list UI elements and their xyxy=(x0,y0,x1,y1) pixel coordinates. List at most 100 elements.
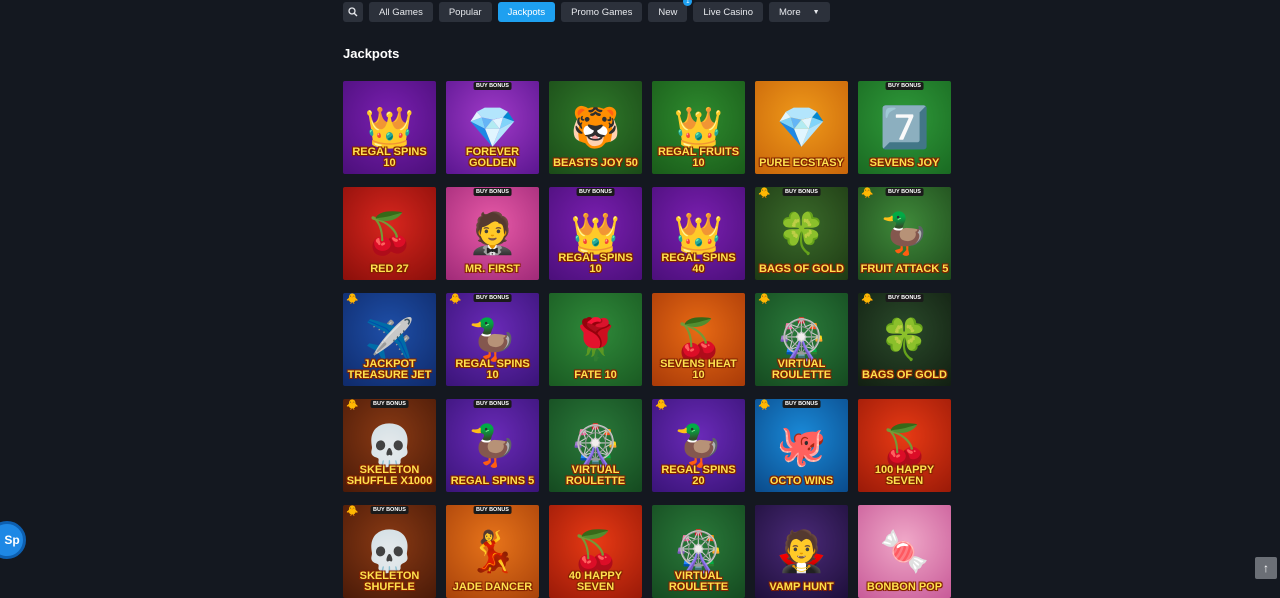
game-title: Sevens Joy xyxy=(869,157,940,169)
game-tile[interactable]: 🤵 BUY BONUS Mr. First xyxy=(446,187,539,280)
game-tile[interactable]: 🧛 Vamp Hunt xyxy=(755,505,848,598)
game-tile[interactable]: 🦆 🐥 Regal Spins 20 xyxy=(652,399,745,492)
game-title: Virtual Roulette xyxy=(565,464,626,487)
game-title: Fate 10 xyxy=(574,369,617,381)
buy-bonus-badge: BUY BONUS xyxy=(370,506,409,514)
game-tile[interactable]: 🍒 Sevens Heat 10 xyxy=(652,293,745,386)
buy-bonus-badge: BUY BONUS xyxy=(782,400,821,408)
tab-new[interactable]: New 1 xyxy=(648,0,693,22)
game-tile[interactable]: 🦆 BUY BONUS Regal Spins 5 xyxy=(446,399,539,492)
tab-popular[interactable]: Popular xyxy=(438,2,492,22)
game-tile[interactable]: 👑 Regal Spins 10 xyxy=(343,81,436,174)
tab-label: All Games xyxy=(379,6,423,18)
search-button[interactable] xyxy=(343,2,363,22)
buy-bonus-badge: BUY BONUS xyxy=(576,188,615,196)
tab-live-casino[interactable]: Live Casino xyxy=(693,2,763,22)
tab-jackpots[interactable]: Jackpots xyxy=(497,2,556,22)
game-title: Sevens Heat 10 xyxy=(660,358,737,381)
caret-down-icon: ▼ xyxy=(812,8,820,16)
buy-bonus-badge: BUY BONUS xyxy=(885,188,924,196)
game-tile[interactable]: 7️⃣ BUY BONUS Sevens Joy xyxy=(858,81,951,174)
game-tile[interactable]: ✈️ 🐥 Jackpot Treasure Jet xyxy=(343,293,436,386)
game-title: Forever Golden xyxy=(465,146,520,169)
game-tile[interactable]: 💎 BUY BONUS Forever Golden xyxy=(446,81,539,174)
game-title: Virtual Roulette xyxy=(771,358,832,381)
provider-duck-icon: 🐥 xyxy=(758,294,771,305)
buy-bonus-badge: BUY BONUS xyxy=(473,294,512,302)
provider-duck-icon: 🐥 xyxy=(758,400,771,411)
game-tile[interactable]: 🎡 Virtual Roulette xyxy=(652,505,745,598)
provider-duck-icon: 🐥 xyxy=(449,294,462,305)
game-title: Regal Spins 40 xyxy=(661,252,736,275)
game-title: Vamp Hunt xyxy=(769,581,834,593)
game-title: Octo Wins xyxy=(769,475,834,487)
arrow-up-icon: ↑ xyxy=(1263,561,1269,575)
game-title: 100 Happy Seven xyxy=(874,464,935,487)
game-title: Bags of Gold xyxy=(759,263,844,275)
provider-duck-icon: 🐥 xyxy=(655,400,668,411)
game-title: Jackpot Treasure Jet xyxy=(347,358,432,381)
buy-bonus-badge: BUY BONUS xyxy=(473,188,512,196)
tab-label: Promo Games xyxy=(571,6,633,18)
game-title: Skeleton Shuffle x1000 xyxy=(346,464,433,487)
game-title: Beasts Joy 50 xyxy=(553,157,638,169)
tab-label: New xyxy=(658,6,678,18)
sportpesa-chat-button[interactable]: Sp xyxy=(0,521,26,559)
game-tile[interactable]: 👑 BUY BONUS Regal Spins 10 xyxy=(549,187,642,280)
game-title: Fruit Attack 5 xyxy=(860,263,949,275)
game-tile[interactable]: 💃 BUY BONUS Jade Dancer xyxy=(446,505,539,598)
game-title: Mr. First xyxy=(465,263,520,275)
game-tile[interactable]: 🍒 40 Happy Seven xyxy=(549,505,642,598)
game-tile[interactable]: 🍬 Bonbon Pop xyxy=(858,505,951,598)
game-tile[interactable]: 🍒 Red 27 xyxy=(343,187,436,280)
game-title: Pure Ecstasy xyxy=(759,157,844,169)
provider-duck-icon: 🐥 xyxy=(861,188,874,199)
buy-bonus-badge: BUY BONUS xyxy=(473,82,512,90)
game-tile[interactable]: 🐙 🐥 BUY BONUS Octo Wins xyxy=(755,399,848,492)
game-tile[interactable]: 🐯 Beasts Joy 50 xyxy=(549,81,642,174)
tab-promo-games[interactable]: Promo Games xyxy=(561,2,643,22)
game-tile[interactable]: 🎡 🐥 Virtual Roulette xyxy=(755,293,848,386)
provider-duck-icon: 🐥 xyxy=(861,294,874,305)
game-tile[interactable]: 💎 Pure Ecstasy xyxy=(755,81,848,174)
game-tile[interactable]: 🦆 🐥 BUY BONUS Fruit Attack 5 xyxy=(858,187,951,280)
game-tile[interactable]: 💀 🐥 BUY BONUS Skeleton Shuffle xyxy=(343,505,436,598)
game-tile[interactable]: 🦆 🐥 BUY BONUS Regal Spins 10 xyxy=(446,293,539,386)
buy-bonus-badge: BUY BONUS xyxy=(370,400,409,408)
game-title: Bonbon Pop xyxy=(866,581,943,593)
game-tile[interactable]: 🍀 🐥 BUY BONUS Bags of Gold xyxy=(755,187,848,280)
game-tile[interactable]: 🌹 Fate 10 xyxy=(549,293,642,386)
game-tile[interactable]: 🍒 100 Happy Seven xyxy=(858,399,951,492)
game-tile[interactable]: 🎡 Virtual Roulette xyxy=(549,399,642,492)
chat-label: Sp xyxy=(4,533,20,547)
buy-bonus-badge: BUY BONUS xyxy=(473,400,512,408)
tab-all-games[interactable]: All Games xyxy=(369,2,433,22)
game-title: Jade Dancer xyxy=(452,581,533,593)
game-tile[interactable]: 💀 🐥 BUY BONUS Skeleton Shuffle x1000 xyxy=(343,399,436,492)
game-grid: 👑 Regal Spins 10 💎 BUY BONUS Forever Golden 🐯… xyxy=(343,81,951,598)
section-title: Jackpots xyxy=(343,46,400,61)
game-tile[interactable]: 🍀 🐥 BUY BONUS Bags of Gold xyxy=(858,293,951,386)
scroll-to-top-button[interactable]: ↑ xyxy=(1255,557,1277,579)
game-title: Regal Spins 5 xyxy=(450,475,535,487)
game-title: Bags of Gold xyxy=(862,369,947,381)
game-title: Regal Fruits 10 xyxy=(657,146,740,169)
game-title: Regal Spins 10 xyxy=(558,252,633,275)
provider-duck-icon: 🐥 xyxy=(346,506,359,517)
tab-label: More xyxy=(778,6,801,18)
game-title: Red 27 xyxy=(370,263,409,275)
game-tile[interactable]: 👑 Regal Fruits 10 xyxy=(652,81,745,174)
buy-bonus-badge: BUY BONUS xyxy=(885,82,924,90)
buy-bonus-badge: BUY BONUS xyxy=(885,294,924,302)
tab-label: Live Casino xyxy=(703,6,753,18)
more-dropdown[interactable]: More ▼ xyxy=(768,2,830,22)
new-count-badge: 1 xyxy=(683,0,693,6)
tab-label: Popular xyxy=(448,6,482,18)
game-title: Regal Spins 20 xyxy=(661,464,736,487)
game-title: Regal Spins 10 xyxy=(352,146,427,169)
category-filter-bar: All Games Popular Jackpots Promo Games N… xyxy=(343,0,830,22)
buy-bonus-badge: BUY BONUS xyxy=(782,188,821,196)
game-title: Regal Spins 10 xyxy=(455,358,530,381)
provider-duck-icon: 🐥 xyxy=(346,294,359,305)
game-tile[interactable]: 👑 Regal Spins 40 xyxy=(652,187,745,280)
